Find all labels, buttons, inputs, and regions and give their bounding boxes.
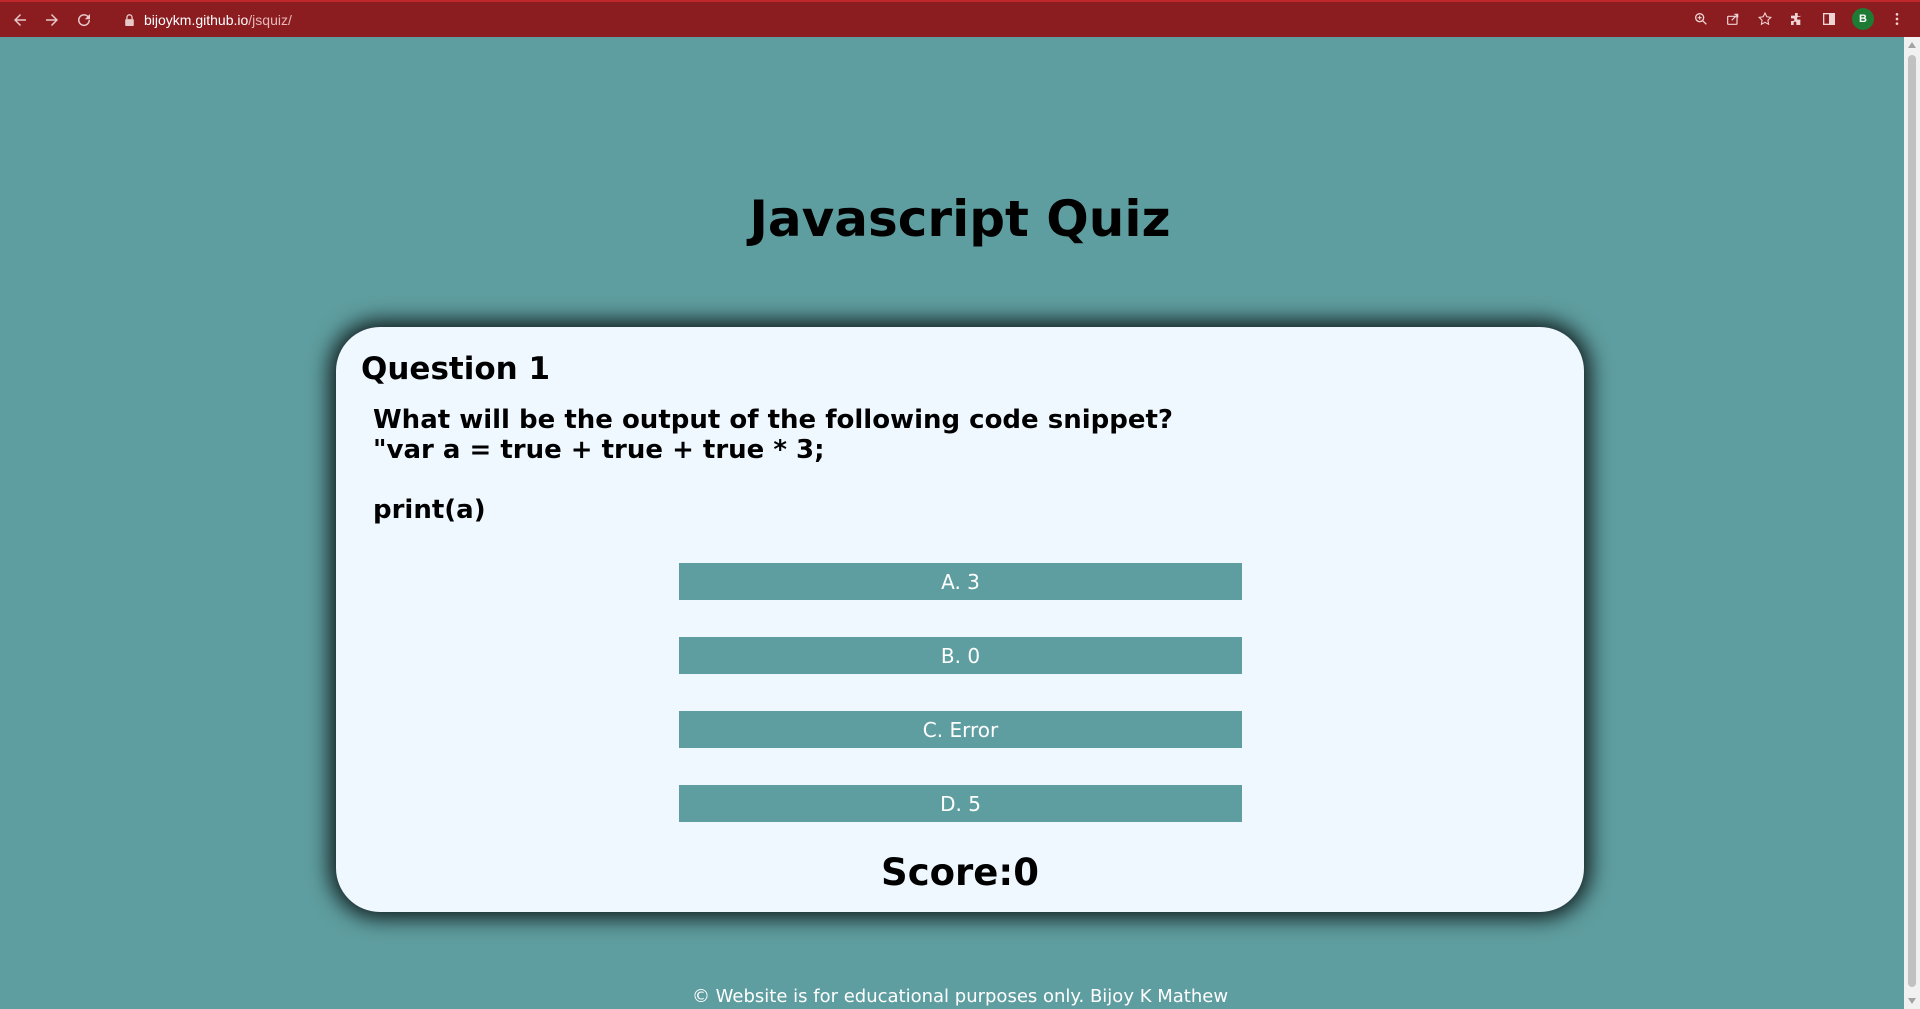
address-bar[interactable]: bijoykm.github.io/jsquiz/: [124, 12, 292, 28]
quiz-card: Question 1 What will be the output of th…: [336, 327, 1584, 912]
star-icon[interactable]: [1756, 10, 1774, 28]
url-path: /jsquiz/: [248, 11, 292, 28]
answer-button-a[interactable]: A. 3: [679, 563, 1242, 600]
menu-icon[interactable]: [1888, 10, 1906, 28]
browser-toolbar: bijoykm.github.io/jsquiz/ B: [0, 0, 1920, 37]
lock-icon: [125, 13, 134, 26]
score-value: 0: [1013, 851, 1039, 894]
footer-text: © Website is for educational purposes on…: [691, 986, 1229, 1007]
scrollbar[interactable]: [1904, 37, 1920, 1009]
answer-button-d[interactable]: D. 5: [679, 785, 1242, 822]
back-icon[interactable]: [8, 8, 32, 32]
score-display: Score:0: [336, 851, 1584, 894]
extensions-icon[interactable]: [1788, 10, 1806, 28]
question-heading: Question 1: [361, 351, 551, 387]
reload-icon[interactable]: [72, 8, 96, 32]
answer-button-b[interactable]: B. 0: [679, 637, 1242, 674]
sidepanel-icon[interactable]: [1820, 10, 1838, 28]
scroll-up-arrow-icon[interactable]: [1904, 37, 1920, 53]
profile-avatar[interactable]: B: [1852, 8, 1874, 30]
question-text: What will be the output of the following…: [373, 405, 1173, 525]
share-icon[interactable]: [1724, 10, 1742, 28]
forward-icon[interactable]: [40, 8, 64, 32]
answer-list: A. 3 B. 0 C. Error D. 5: [679, 563, 1242, 859]
page-title: Javascript Quiz: [749, 190, 1171, 248]
answer-button-c[interactable]: C. Error: [679, 711, 1242, 748]
url-host: bijoykm.github.io: [144, 11, 249, 28]
zoom-icon[interactable]: [1692, 10, 1710, 28]
score-label: Score:: [881, 851, 1014, 894]
